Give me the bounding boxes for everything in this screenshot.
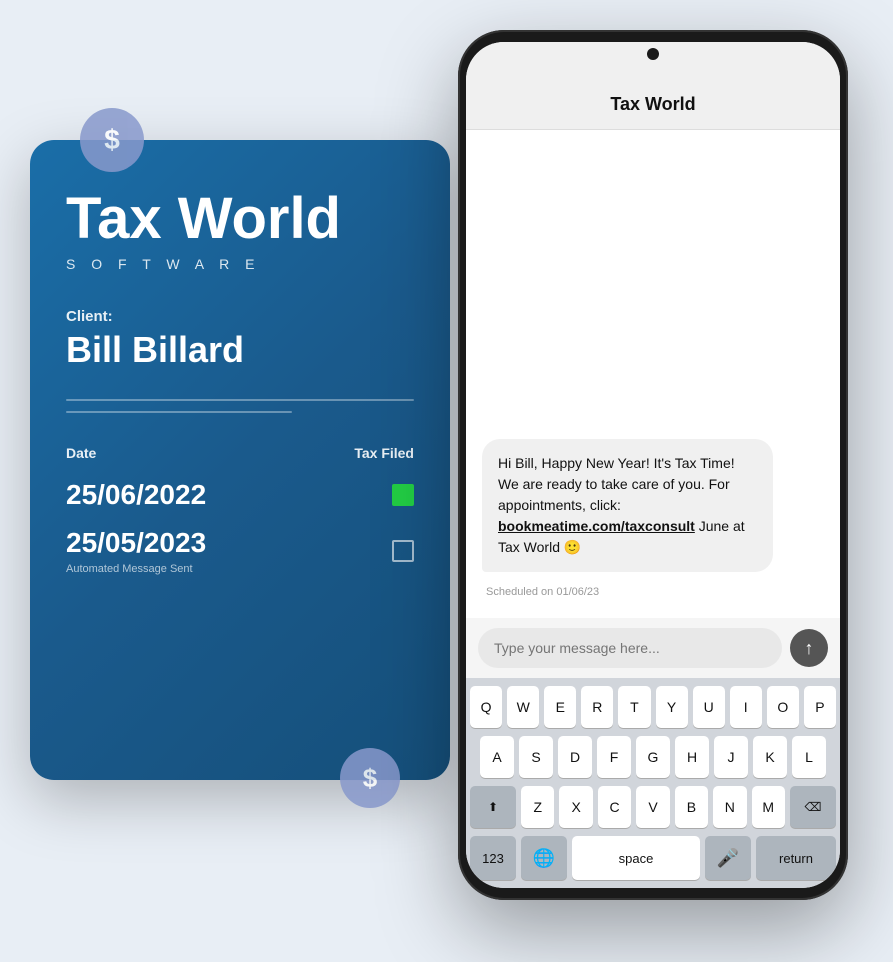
key-mic[interactable]: 🎤 [705,836,751,880]
key-j[interactable]: J [714,736,748,778]
dollar-icon-bottom: $ [340,748,400,808]
key-q[interactable]: Q [470,686,502,728]
send-button[interactable]: ↑ [790,629,828,667]
phone-screen: Tax World Hi Bill, Happy New Year! It's … [466,42,840,888]
table-row-2: 25/05/2023 Automated Message Sent [66,527,414,575]
card-title: Tax World [66,190,414,248]
message-text: Hi Bill, Happy New Year! It's Tax Time! … [498,453,757,558]
key-x[interactable]: X [559,786,592,828]
keyboard-row-2: A S D F G H J K L [470,736,836,778]
key-e[interactable]: E [544,686,576,728]
table-header: Date Tax Filed [66,445,414,461]
message-area: Hi Bill, Happy New Year! It's Tax Time! … [466,130,840,618]
key-return[interactable]: return [756,836,836,880]
col-date-header: Date [66,445,96,461]
message-bubble: Hi Bill, Happy New Year! It's Tax Time! … [482,439,773,572]
key-c[interactable]: C [598,786,631,828]
date-2-group: 25/05/2023 Automated Message Sent [66,527,206,575]
phone-notch [647,48,659,60]
key-globe[interactable]: 🌐 [521,836,567,880]
keyboard-row-3: ⬆ Z X C V B N M ⌫ [470,786,836,828]
key-a[interactable]: A [480,736,514,778]
client-name: Bill Billard [66,329,414,371]
key-d[interactable]: D [558,736,592,778]
divider-line-1 [66,399,414,401]
keyboard-row-bottom: 123 🌐 space 🎤 return [470,836,836,880]
dollar-icon-top: $ [80,108,144,172]
divider-line-2 [66,411,292,413]
date-2: 25/05/2023 [66,527,206,559]
key-f[interactable]: F [597,736,631,778]
key-t[interactable]: T [618,686,650,728]
key-shift[interactable]: ⬆ [470,786,516,828]
message-text-1: Hi Bill, Happy New Year! It's Tax Time! … [498,455,735,513]
key-z[interactable]: Z [521,786,554,828]
client-label: Client: [66,308,414,325]
key-backspace[interactable]: ⌫ [790,786,836,828]
keyboard-row-1: Q W E R T Y U I O P [470,686,836,728]
keyboard: Q W E R T Y U I O P A S D F G [466,678,840,888]
key-h[interactable]: H [675,736,709,778]
automated-msg: Automated Message Sent [66,563,206,575]
key-i[interactable]: I [730,686,762,728]
key-g[interactable]: G [636,736,670,778]
input-row: ↑ [478,628,828,668]
app-title: Tax World [486,94,820,115]
divider-lines [66,399,414,413]
table-row-1: 25/06/2022 [66,479,414,511]
key-k[interactable]: K [753,736,787,778]
check-filed-2 [392,540,414,562]
tax-card: $ Tax World S O F T W A R E Client: Bill… [30,140,450,780]
key-u[interactable]: U [693,686,725,728]
key-n[interactable]: N [713,786,746,828]
key-o[interactable]: O [767,686,799,728]
key-l[interactable]: L [792,736,826,778]
key-w[interactable]: W [507,686,539,728]
key-b[interactable]: B [675,786,708,828]
key-p[interactable]: P [804,686,836,728]
phone: Tax World Hi Bill, Happy New Year! It's … [458,30,848,900]
key-123[interactable]: 123 [470,836,516,880]
key-y[interactable]: Y [656,686,688,728]
check-filed-1 [392,484,414,506]
scheduled-text: Scheduled on 01/06/23 [486,586,824,598]
key-r[interactable]: R [581,686,613,728]
key-space[interactable]: space [572,836,700,880]
key-s[interactable]: S [519,736,553,778]
message-link[interactable]: bookmeatime.com/taxconsult [498,518,695,534]
key-m[interactable]: M [752,786,785,828]
key-v[interactable]: V [636,786,669,828]
card-subtitle: S O F T W A R E [66,256,414,272]
send-arrow-icon: ↑ [805,639,814,657]
input-area: ↑ [466,618,840,678]
date-1: 25/06/2022 [66,479,206,511]
message-input[interactable] [478,628,782,668]
scene: $ Tax World S O F T W A R E Client: Bill… [0,0,893,962]
col-tax-filed-header: Tax Filed [354,445,414,461]
